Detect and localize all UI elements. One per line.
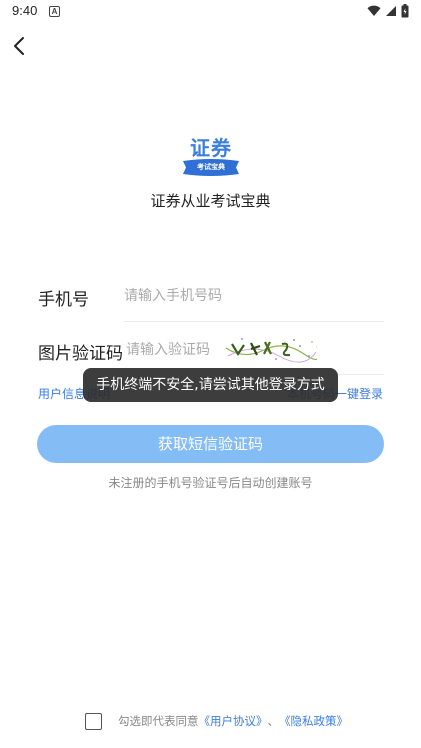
agreement-separator: 、 <box>267 714 280 728</box>
logo-ribbon-text: 考试宝典 <box>197 163 225 171</box>
captcha-image[interactable] <box>224 334 320 364</box>
get-sms-code-button[interactable]: 获取短信验证码 <box>37 425 384 463</box>
notification-badge: A <box>49 6 60 17</box>
auto-register-hint: 未注册的手机号验证号后自动创建账号 <box>108 476 313 490</box>
logo-title: 证券 <box>190 136 232 160</box>
phone-label: 手机号 <box>38 290 89 310</box>
toast-message: 手机终端不安全,请尝试其他登录方式 <box>83 368 338 402</box>
back-button[interactable] <box>8 34 32 58</box>
captcha-label: 图片验证码 <box>38 344 123 364</box>
wifi-icon <box>367 5 381 16</box>
status-bar: 9:40 A <box>0 0 421 24</box>
status-time: 9:40 <box>12 3 38 18</box>
agreement-prefix: 勾选即代表同意 <box>118 714 199 728</box>
agreement-checkbox[interactable] <box>85 712 102 730</box>
agreement-row: 勾选即代表同意 《用户协议》 、 《隐私政策》 <box>85 711 348 731</box>
signal-icon <box>386 6 396 16</box>
captcha-input[interactable] <box>126 340 218 360</box>
captcha-graphic <box>224 334 320 364</box>
phone-divider <box>124 321 384 322</box>
battery-icon <box>401 4 409 18</box>
status-icons <box>367 4 409 18</box>
app-name: 证券从业考试宝典 <box>150 192 271 210</box>
user-agreement-link[interactable]: 《用户协议》 <box>199 713 268 729</box>
phone-input[interactable] <box>124 286 374 306</box>
chevron-left-icon <box>14 37 24 55</box>
app-logo: 证券 考试宝典 <box>179 132 243 180</box>
privacy-policy-link[interactable]: 《隐私政策》 <box>279 713 348 729</box>
